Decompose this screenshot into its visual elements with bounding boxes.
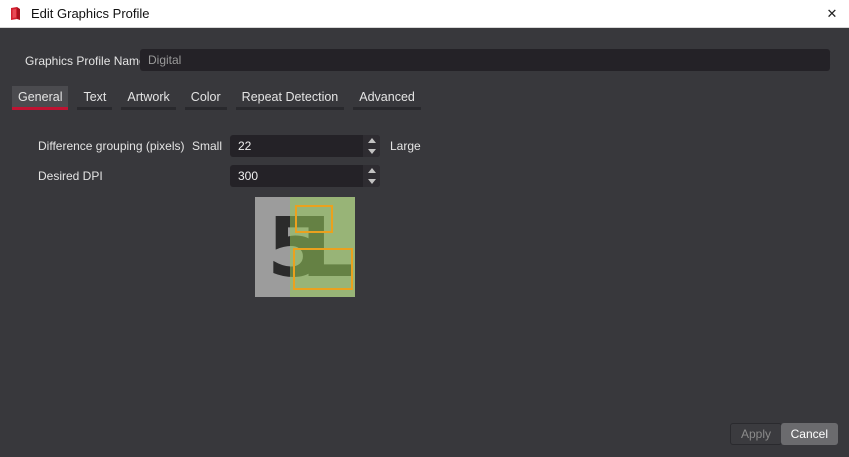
desired-dpi-label: Desired DPI — [38, 169, 103, 183]
tab-repeat-detection[interactable]: Repeat Detection — [236, 86, 345, 110]
preview-detection-box-2 — [293, 248, 353, 290]
difference-grouping-label: Difference grouping (pixels) — [38, 139, 185, 153]
difference-grouping-spinbox — [230, 135, 380, 157]
desired-dpi-input[interactable] — [230, 165, 363, 187]
profile-name-label: Graphics Profile Name — [25, 54, 146, 68]
apply-button[interactable]: Apply — [730, 423, 782, 445]
profile-preview-image: 5 L — [255, 197, 355, 297]
desired-dpi-spinbox — [230, 165, 380, 187]
app-logo-icon — [8, 6, 24, 22]
cancel-button[interactable]: Cancel — [781, 423, 838, 445]
spinner-up-icon[interactable] — [363, 135, 380, 146]
tab-color[interactable]: Color — [185, 86, 227, 110]
spinner-down-icon[interactable] — [363, 146, 380, 157]
close-icon[interactable]: ✕ — [815, 0, 849, 27]
desired-dpi-spinner — [363, 165, 380, 187]
spinner-down-icon[interactable] — [363, 176, 380, 187]
spinner-up-icon[interactable] — [363, 165, 380, 176]
preview-detection-box-1 — [295, 205, 333, 233]
difference-grouping-spinner — [363, 135, 380, 157]
difference-grouping-input[interactable] — [230, 135, 363, 157]
tab-general[interactable]: General — [12, 86, 68, 110]
large-label: Large — [390, 139, 421, 153]
window-title: Edit Graphics Profile — [31, 6, 150, 21]
tab-bar: General Text Artwork Color Repeat Detect… — [12, 86, 421, 110]
tab-advanced[interactable]: Advanced — [353, 86, 421, 110]
titlebar: Edit Graphics Profile ✕ — [0, 0, 849, 28]
small-label: Small — [192, 139, 222, 153]
tab-artwork[interactable]: Artwork — [121, 86, 175, 110]
edit-graphics-profile-dialog: Edit Graphics Profile ✕ Graphics Profile… — [0, 0, 849, 457]
profile-name-input[interactable] — [140, 49, 830, 71]
tab-text[interactable]: Text — [77, 86, 112, 110]
